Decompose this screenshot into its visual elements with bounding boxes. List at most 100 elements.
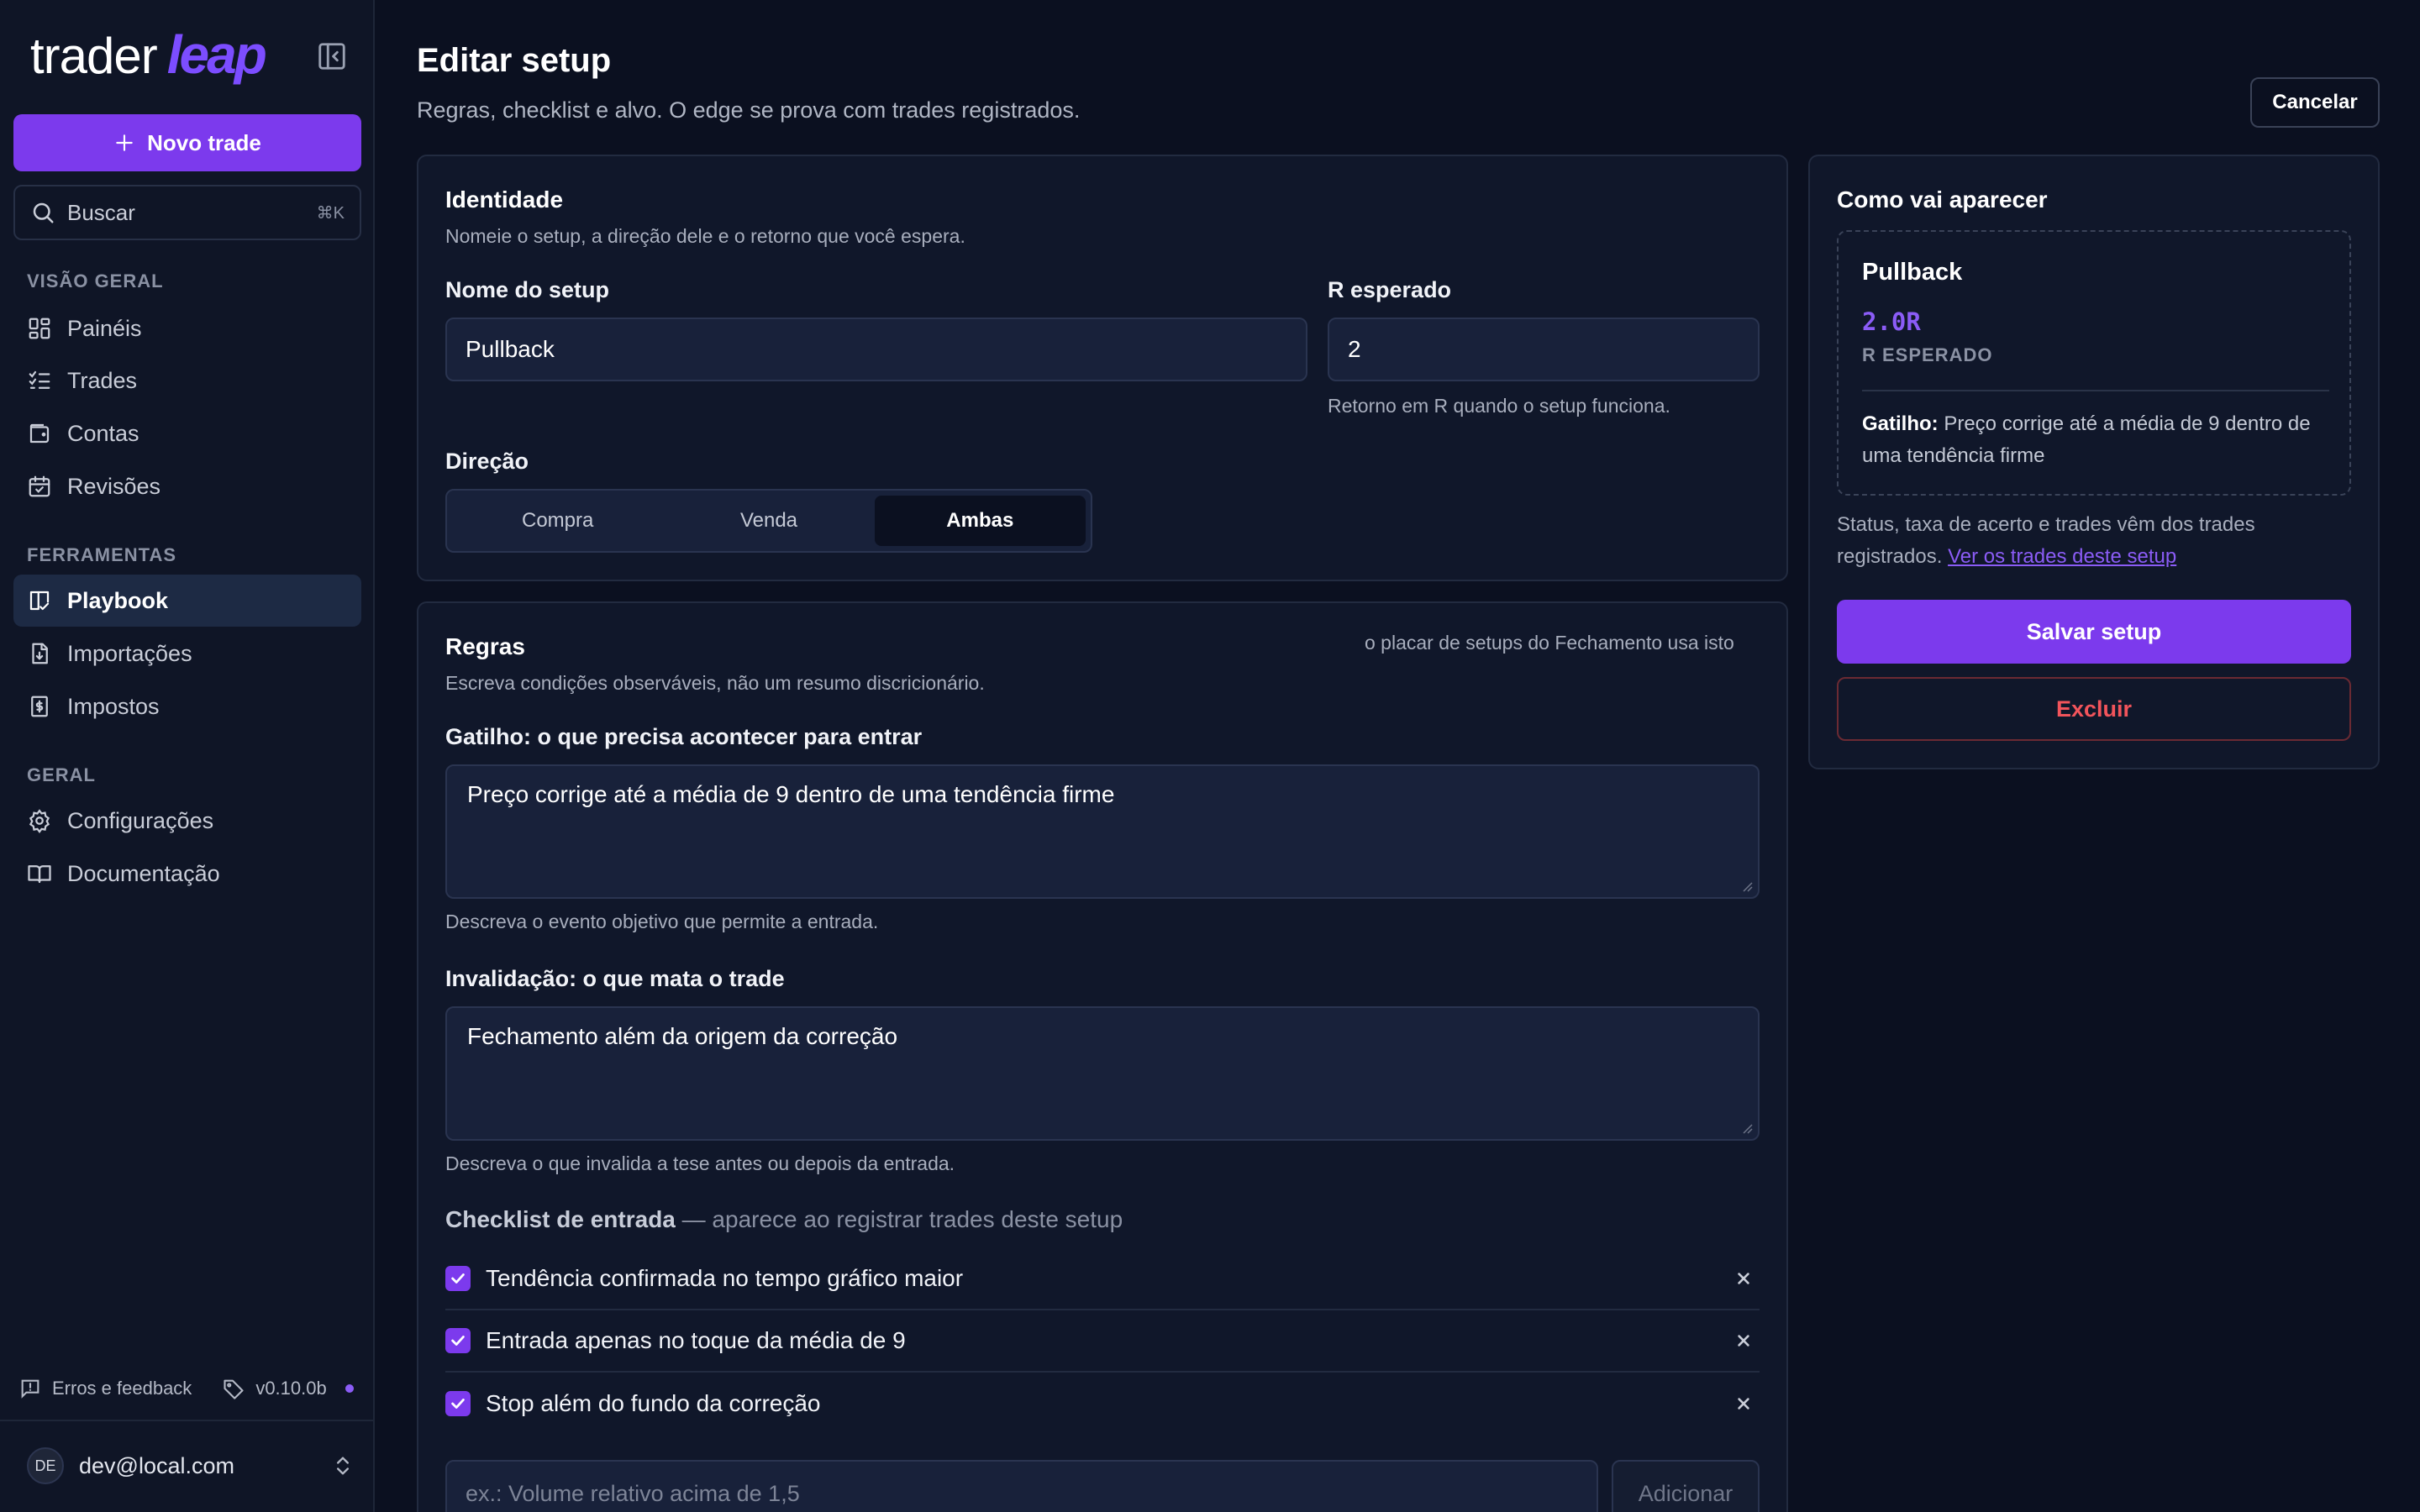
direction-segmented-control: Compra Venda Ambas [445,489,1092,553]
brand-word-trader: trader [30,28,158,84]
sidebar-item-label: Painéis [67,315,142,341]
search-placeholder: Buscar [67,199,135,225]
checklist-title: Checklist de entrada [445,1206,676,1232]
calendar-check-icon [29,475,50,497]
preview-setup-card: Pullback 2.0R R ESPERADO Gatilho: Preço … [1837,230,2351,496]
view-setup-trades-link[interactable]: Ver os trades deste setup [1948,545,2176,568]
avatar: DE [27,1447,64,1484]
checklist-item-label: Entrada apenas no toque da média de 9 [486,1327,906,1353]
receipt-dollar-icon [31,696,48,717]
file-import-icon [32,643,48,664]
feedback-label: Erros e feedback [52,1378,192,1399]
identity-desc: Nomeie o setup, a direção dele e o retor… [445,225,965,247]
search-input[interactable]: Buscar ⌘K [13,185,361,240]
version-label: v0.10.0b [255,1378,327,1399]
sidebar-item-documentacao[interactable]: Documentação [13,848,361,900]
expected-r-input[interactable]: 2 [1328,318,1760,381]
close-icon[interactable] [1733,1268,1754,1289]
sidebar-item-configuracoes[interactable]: Configurações [13,795,361,847]
checklist-item: Tendência confirmada no tempo gráfico ma… [445,1248,1760,1310]
invalidation-textarea[interactable]: Fechamento além da origem da correção [445,1006,1760,1141]
update-dot-icon [345,1384,354,1393]
brand-logo[interactable]: trader leap [30,24,267,91]
check-icon [451,1399,465,1409]
tag-icon [224,1379,244,1399]
save-setup-button[interactable]: Salvar setup [1837,600,2351,664]
trigger-hint: Descreva o evento objetivo que permite a… [445,911,879,932]
direction-option-ambas[interactable]: Ambas [874,496,1086,546]
app-root: trader leap Novo trade Buscar ⌘K VISÃO G… [0,0,2420,1512]
book-open-icon [28,865,51,884]
section-title-general: GERAL [27,764,96,785]
sidebar: trader leap Novo trade Buscar ⌘K VISÃO G… [0,0,375,1512]
delete-setup-button[interactable]: Excluir [1837,677,2351,741]
expected-r-label: R esperado [1328,277,1452,302]
sidebar-item-contas[interactable]: Contas [13,407,361,459]
setup-name-input[interactable]: Pullback [445,318,1307,381]
rules-title: Regras [445,633,525,659]
resize-grip-icon[interactable] [1739,879,1753,892]
expected-r-hint: Retorno em R quando o setup funciona. [1328,395,1670,417]
collapse-sidebar-icon[interactable] [316,40,348,72]
preview-note: Status, taxa de acerto e trades vêm dos … [1837,509,2358,573]
page-subtitle: Regras, checklist e alvo. O edge se prov… [417,97,1081,123]
section-title-tools: FERRAMENTAS [27,544,177,565]
preview-trigger: Gatilho: Preço corrige até a média de 9 … [1862,408,2333,472]
sidebar-item-label: Playbook [67,587,169,613]
check-icon [451,1336,465,1346]
direction-option-venda[interactable]: Venda [663,496,874,546]
add-checklist-item-button[interactable]: Adicionar [1612,1460,1760,1512]
layout-grid-icon [29,318,50,339]
preview-expected-r-caption: R ESPERADO [1862,344,1993,365]
trigger-textarea[interactable]: Preço corrige até a média de 9 dentro de… [445,764,1760,899]
resize-grip-icon[interactable] [1739,1121,1753,1134]
rules-right-note: o placar de setups do Fechamento usa ist… [1365,632,1734,654]
checkbox[interactable] [445,1391,471,1416]
plus-icon [116,134,133,151]
feedback-link[interactable]: Erros e feedback [18,1377,192,1400]
preview-title: Como vai aparecer [1837,186,2048,213]
chevrons-up-down-icon [337,1457,349,1475]
search-shortcut: ⌘K [316,203,345,223]
setup-name-label: Nome do setup [445,277,610,302]
preview-divider [1862,390,2329,391]
close-icon[interactable] [1733,1393,1754,1415]
trigger-text: Preço corrige até a média de 9 dentro de… [467,781,1115,807]
sidebar-item-label: Impostos [67,693,160,719]
preview-expected-r: 2.0R [1862,307,1921,336]
sidebar-item-impostos[interactable]: Impostos [13,680,361,732]
sidebar-item-label: Importações [67,640,192,666]
user-menu[interactable]: DE dev@local.com [27,1445,355,1487]
checklist-subtitle: — aparece ao registrar trades deste setu… [675,1206,1123,1232]
direction-option-compra[interactable]: Compra [452,496,663,546]
new-trade-button[interactable]: Novo trade [13,114,361,171]
wallet-icon [29,423,50,444]
message-alert-icon [21,1379,39,1399]
close-icon[interactable] [1733,1330,1754,1352]
version-badge[interactable]: v0.10.0b [222,1377,354,1400]
gear-icon [29,809,50,833]
sidebar-item-trades[interactable]: Trades [13,354,361,407]
checklist-item-label: Tendência confirmada no tempo gráfico ma… [486,1265,964,1291]
trigger-label: Gatilho: o que precisa acontecer para en… [445,724,923,749]
checkbox[interactable] [445,1328,471,1353]
sidebar-item-paineis[interactable]: Painéis [13,302,361,354]
sidebar-item-importacoes[interactable]: Importações [13,627,361,680]
cancel-button[interactable]: Cancelar [2250,77,2380,128]
section-title-overview: VISÃO GERAL [27,270,164,291]
new-checklist-item-input[interactable]: ex.: Volume relativo acima de 1,5 [445,1460,1598,1512]
invalidation-hint: Descreva o que invalida a tese antes ou … [445,1152,955,1174]
sidebar-item-label: Configurações [67,807,214,833]
sidebar-divider [0,1420,375,1421]
sidebar-item-label: Documentação [67,860,220,886]
checkbox[interactable] [445,1266,471,1291]
checklist-item: Entrada apenas no toque da média de 9 [445,1310,1760,1373]
sidebar-item-revisoes[interactable]: Revisões [13,460,361,512]
sidebar-item-label: Revisões [67,473,161,499]
sidebar-item-playbook[interactable]: Playbook [13,575,361,627]
brand-word-leap: leap [166,24,267,85]
preview-setup-name: Pullback [1862,259,1963,286]
sidebar-footer: Erros e feedback v0.10.0b [0,1369,375,1408]
list-checks-icon [29,370,50,389]
check-icon [451,1273,465,1284]
